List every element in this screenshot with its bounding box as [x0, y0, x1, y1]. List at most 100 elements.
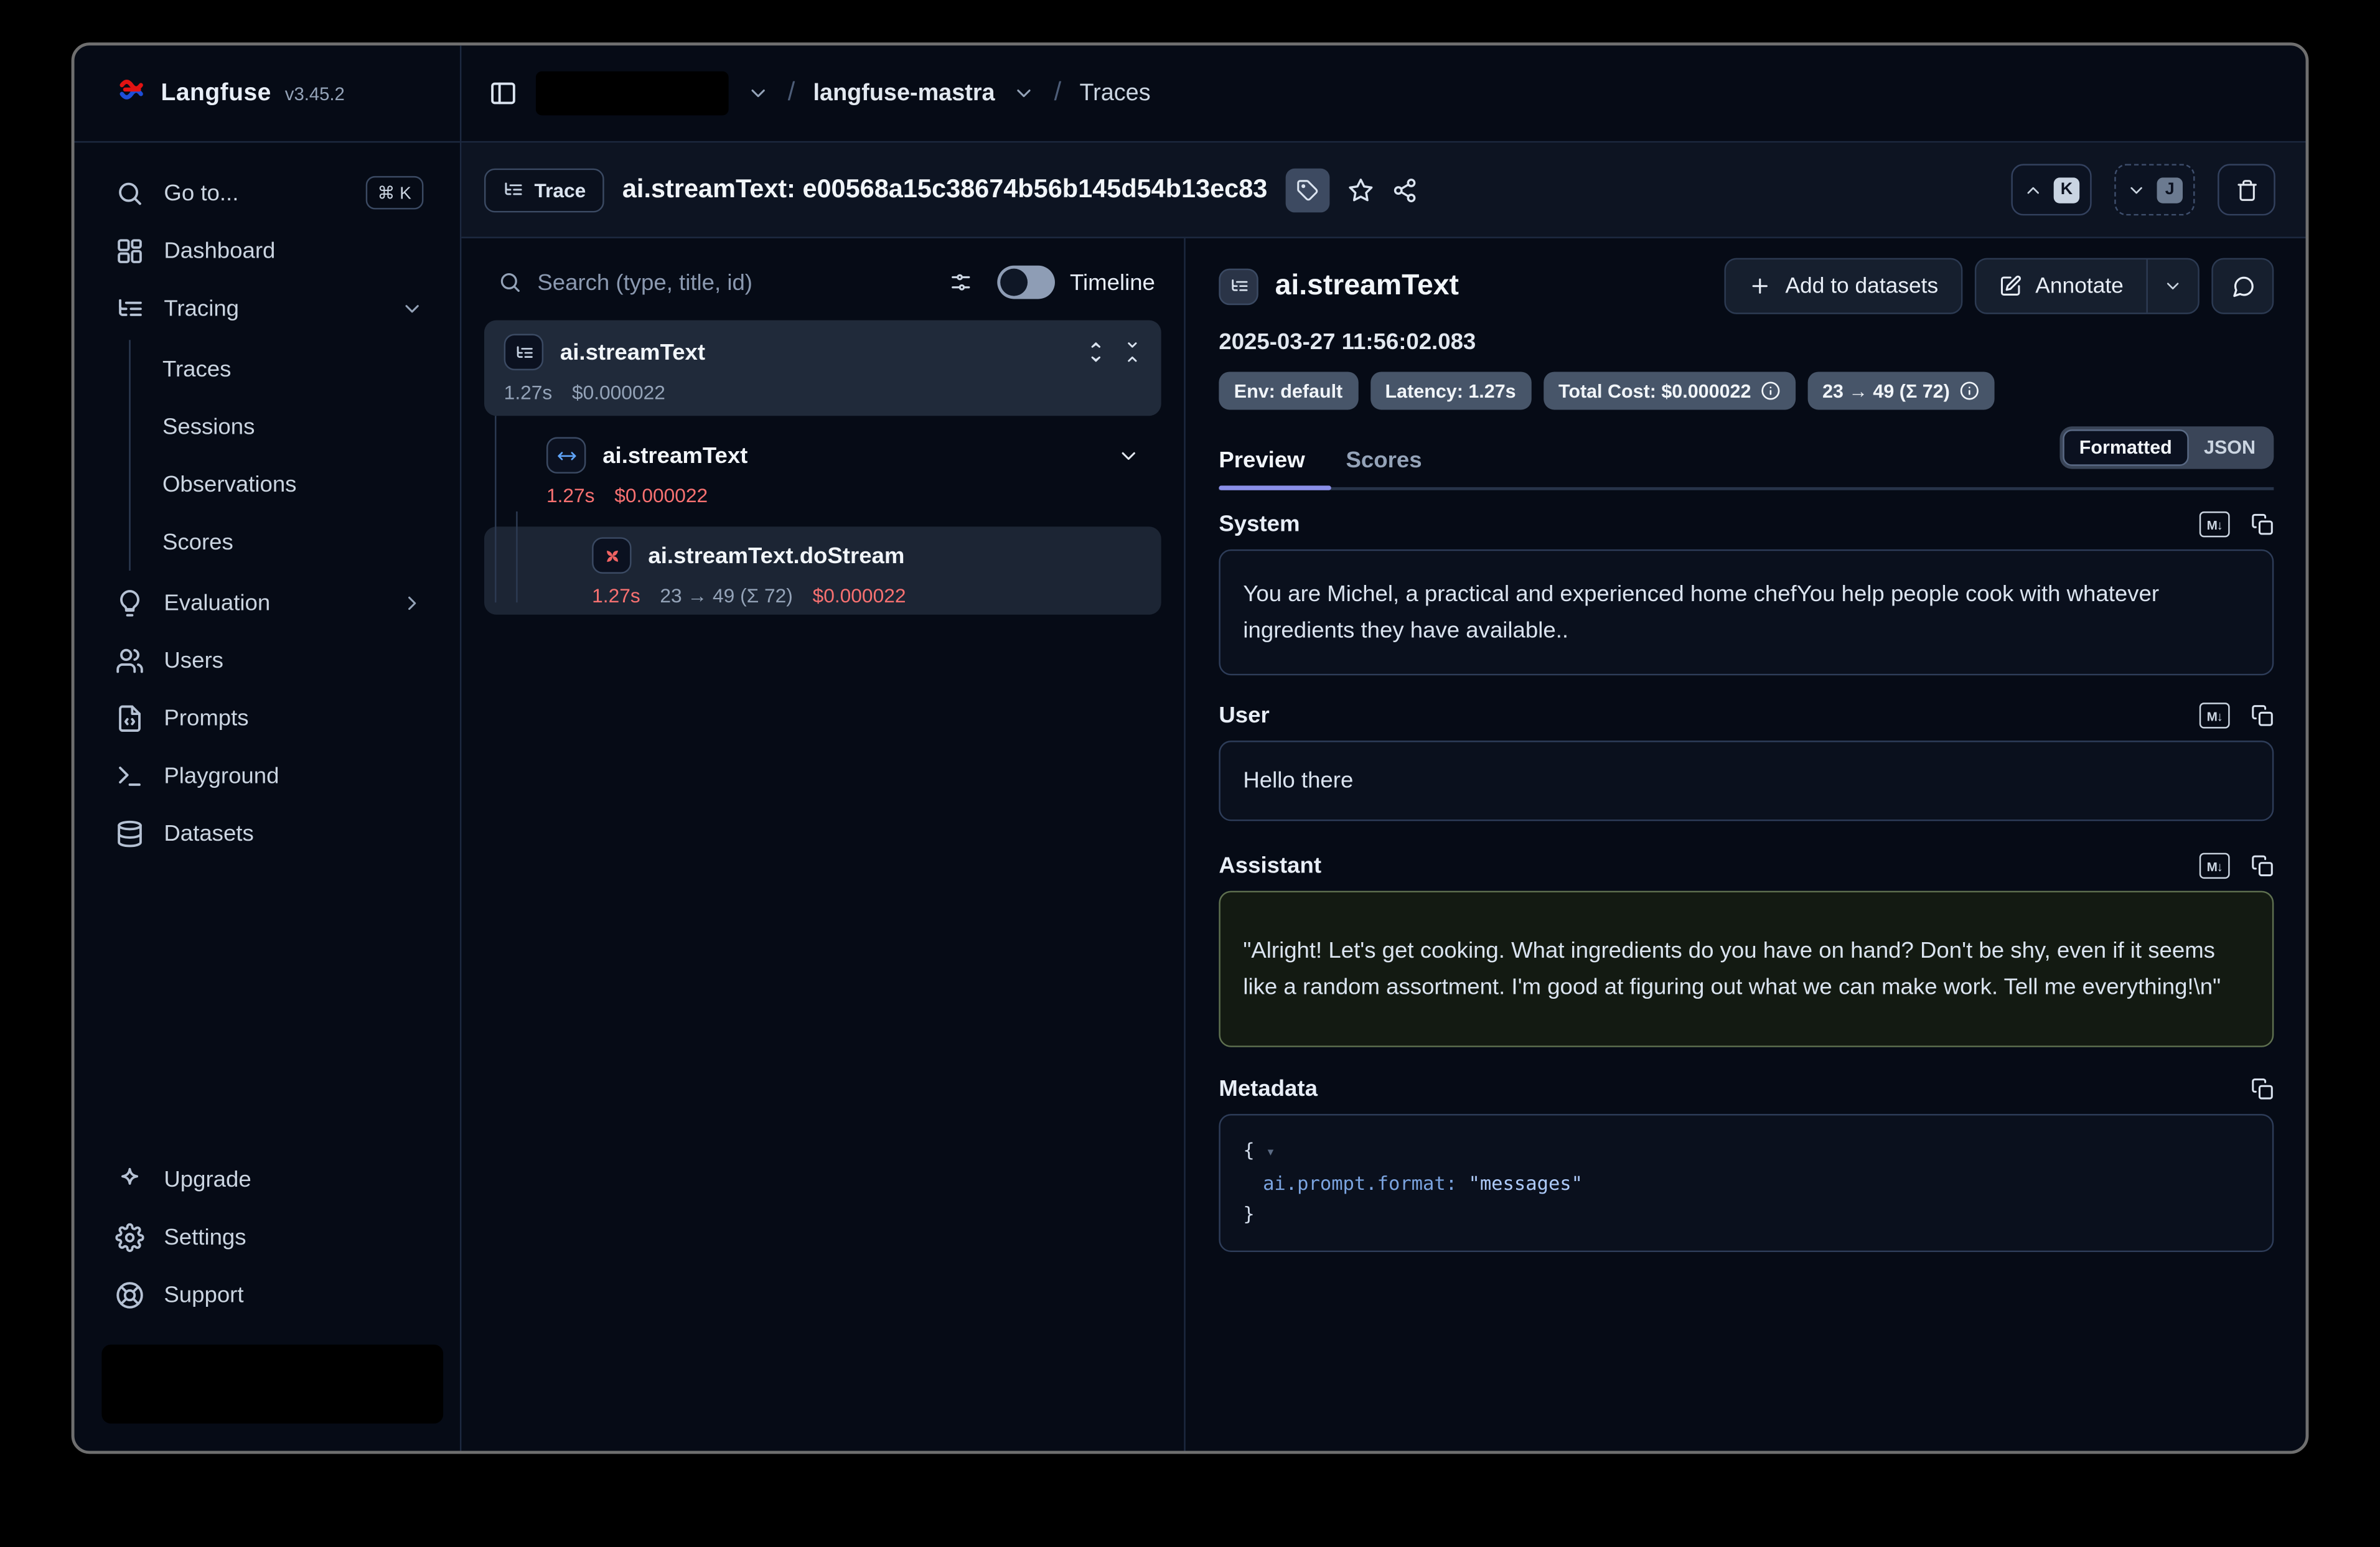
- json-collapse-chevron[interactable]: ▾: [1266, 1144, 1275, 1161]
- sidebar-item-observations[interactable]: Observations: [131, 456, 439, 513]
- detail-title: ai.streamText: [1275, 269, 1459, 303]
- database-icon: [115, 819, 144, 848]
- langfuse-logo-icon: [117, 75, 148, 113]
- breadcrumb: / langfuse-mastra / Traces: [461, 45, 2305, 143]
- sidebar-item-label: Go to...: [164, 180, 345, 205]
- system-message-card: You are Michel, a practical and experien…: [1219, 549, 2274, 675]
- latency-badge: Latency: 1.27s: [1370, 372, 1531, 410]
- node-tokens: 23 → 49 (Σ 72): [660, 584, 792, 607]
- tag-button[interactable]: [1286, 167, 1330, 212]
- trace-tree-icon: [502, 179, 523, 200]
- sidebar-item-settings[interactable]: Settings: [96, 1208, 439, 1266]
- breadcrumb-section[interactable]: Traces: [1079, 80, 1150, 107]
- node-cost: $0.000022: [572, 381, 665, 404]
- sidebar-item-tracing[interactable]: Tracing: [96, 279, 439, 337]
- tree-search-row: Timeline: [484, 259, 1161, 317]
- tree-node-generation-selected[interactable]: ai.streamText.doStream 1.27s 23 → 49 (Σ …: [484, 526, 1161, 614]
- user-message-text: Hello there: [1243, 762, 1353, 799]
- tree-node-title: ai.streamText.doStream: [648, 543, 904, 568]
- observation-detail-panel: ai.streamText Add to datasets Annotate: [1186, 238, 2306, 1451]
- fold-vertical-icon[interactable]: [1122, 342, 1143, 363]
- chevron-down-icon[interactable]: [1117, 444, 1161, 467]
- user-message-card: Hello there: [1219, 741, 2274, 821]
- sidebar-spacer: [75, 862, 460, 1129]
- sidebar-nav: Go to... ⌘ K Dashboard Tracing Traces Se…: [75, 143, 460, 862]
- markdown-toggle-icon[interactable]: M↓: [2200, 853, 2230, 879]
- sidebar-item-users[interactable]: Users: [96, 632, 439, 689]
- env-badge: Env: default: [1219, 372, 1357, 410]
- total-cost-badge[interactable]: Total Cost: $0.000022: [1544, 372, 1796, 410]
- section-label: System: [1219, 512, 1300, 537]
- sidebar-item-goto[interactable]: Go to... ⌘ K: [96, 164, 439, 222]
- annotate-dropdown-button[interactable]: [2148, 259, 2198, 312]
- comment-bubble-icon: [2231, 274, 2255, 298]
- next-trace-button[interactable]: J: [2114, 164, 2195, 215]
- tree-search-input[interactable]: [537, 269, 933, 295]
- brand-row: Langfuse v3.45.2: [75, 45, 460, 143]
- markdown-toggle-icon[interactable]: M↓: [2200, 703, 2230, 728]
- copy-icon[interactable]: [2251, 703, 2274, 728]
- timeline-toggle[interactable]: [997, 266, 1055, 299]
- generation-icon: [592, 537, 631, 574]
- life-buoy-icon: [115, 1280, 144, 1309]
- tab-scores[interactable]: Scores: [1346, 447, 1422, 473]
- trace-type-badge: Trace: [484, 167, 604, 212]
- edit-pen-icon: [1999, 274, 2022, 297]
- tab-preview[interactable]: Preview: [1219, 447, 1305, 473]
- add-to-datasets-button[interactable]: Add to datasets: [1725, 258, 1962, 314]
- sidebar-item-label: Settings: [164, 1224, 423, 1250]
- sidebar-item-dashboard[interactable]: Dashboard: [96, 222, 439, 279]
- comments-button[interactable]: [2211, 258, 2274, 314]
- tree-node-trace-root[interactable]: ai.streamText 1.27s $0.000022: [484, 320, 1161, 416]
- sidebar-item-label: Dashboard: [164, 238, 423, 263]
- breadcrumb-project[interactable]: langfuse-mastra: [813, 80, 995, 107]
- bookmark-star-button[interactable]: [1348, 177, 1374, 202]
- token-usage-badge[interactable]: 23 → 49 (Σ 72): [1807, 372, 1994, 410]
- tree-node-span[interactable]: ai.streamText 1.27s $0.000022: [484, 423, 1161, 519]
- sidebar: Langfuse v3.45.2 Go to... ⌘ K Dashboard …: [75, 45, 462, 1451]
- sidebar-item-traces[interactable]: Traces: [131, 340, 439, 398]
- panel-left-toggle-icon[interactable]: [489, 79, 517, 108]
- sidebar-item-support[interactable]: Support: [96, 1266, 439, 1324]
- sidebar-item-playground[interactable]: Playground: [96, 747, 439, 805]
- redacted-org-name[interactable]: [536, 72, 729, 116]
- sidebar-item-evaluation[interactable]: Evaluation: [96, 574, 439, 632]
- redacted-user-block[interactable]: [101, 1345, 443, 1424]
- chevron-down-icon[interactable]: [747, 82, 770, 105]
- format-toggle-formatted[interactable]: Formatted: [2063, 429, 2189, 466]
- sidebar-item-scores[interactable]: Scores: [131, 513, 439, 571]
- delete-trace-button[interactable]: [2218, 164, 2275, 215]
- share-button[interactable]: [1392, 177, 1417, 202]
- brand-name: Langfuse: [161, 80, 271, 107]
- markdown-toggle-icon[interactable]: M↓: [2200, 512, 2230, 537]
- user-section-header: User M↓: [1219, 703, 2274, 728]
- prev-trace-button[interactable]: K: [2011, 164, 2091, 215]
- copy-icon[interactable]: [2251, 512, 2274, 537]
- sidebar-item-upgrade[interactable]: Upgrade: [96, 1151, 439, 1208]
- copy-icon[interactable]: [2251, 853, 2274, 879]
- node-cost: $0.000022: [813, 584, 906, 607]
- unfold-vertical-icon[interactable]: [1085, 342, 1107, 363]
- annotate-button[interactable]: Annotate: [1976, 259, 2146, 312]
- breadcrumb-separator: /: [1054, 77, 1062, 107]
- sidebar-item-sessions[interactable]: Sessions: [131, 398, 439, 456]
- breadcrumb-separator: /: [788, 77, 795, 107]
- detail-tabs: Preview Scores Formatted JSON: [1219, 426, 2274, 490]
- tag-icon: [1296, 179, 1319, 202]
- sidebar-item-label: Scores: [162, 529, 423, 554]
- sidebar-item-label: Evaluation: [164, 589, 381, 615]
- app-window: Langfuse v3.45.2 Go to... ⌘ K Dashboard …: [72, 42, 2309, 1454]
- annotate-label: Annotate: [2035, 274, 2124, 298]
- add-to-datasets-label: Add to datasets: [1785, 274, 1938, 298]
- chevron-down-icon[interactable]: [1013, 82, 1036, 105]
- content-split: Timeline ai.streamText: [461, 238, 2305, 1451]
- dashboard-icon: [115, 236, 144, 264]
- search-icon: [498, 270, 522, 294]
- node-latency: 1.27s: [546, 484, 595, 507]
- copy-icon[interactable]: [2251, 1078, 2274, 1101]
- sidebar-item-datasets[interactable]: Datasets: [96, 805, 439, 862]
- assistant-message-card: "Alright! Let's get cooking. What ingred…: [1219, 891, 2274, 1047]
- sidebar-item-prompts[interactable]: Prompts: [96, 689, 439, 747]
- filter-sliders-icon[interactable]: [949, 270, 973, 294]
- format-toggle-json[interactable]: JSON: [2189, 431, 2271, 465]
